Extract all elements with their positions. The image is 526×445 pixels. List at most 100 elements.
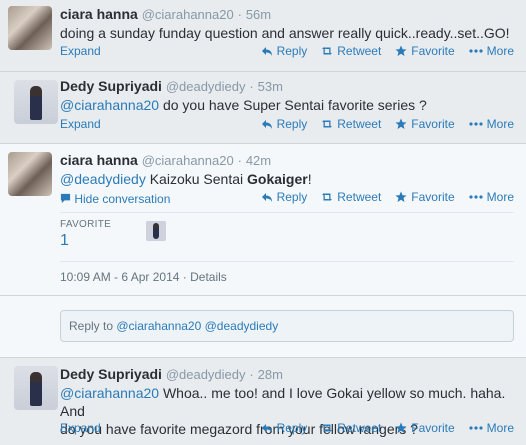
hide-conversation-label: Hide conversation [74, 192, 171, 206]
expand-link[interactable]: Expand [60, 44, 101, 58]
retweet-button[interactable]: Retweet [321, 44, 381, 58]
reply-icon [261, 424, 272, 433]
avatar[interactable] [8, 6, 52, 50]
retweet-icon [322, 120, 333, 128]
tweet-text-part: Kaizoku Sentai [145, 171, 247, 187]
reply-button[interactable]: Reply [261, 190, 308, 204]
separator: · [249, 79, 254, 94]
retweet-label: Retweet [337, 190, 382, 204]
avatar[interactable] [14, 366, 58, 410]
separator: · [182, 270, 187, 284]
tweet-actions: Reply Retweet Favorite More [261, 190, 514, 204]
retweet-button[interactable]: Retweet [321, 190, 381, 204]
author-name[interactable]: Dedy Supriyadi [60, 366, 162, 382]
tweet-time[interactable]: 42m [246, 153, 271, 168]
mention-link[interactable]: @deadydiedy [60, 171, 146, 187]
reply-button[interactable]: Reply [261, 117, 308, 131]
tweet-3-expanded[interactable]: ciara hanna @ciarahanna20 · 42m @deadydi… [0, 144, 526, 296]
more-dots-icon [469, 426, 483, 430]
star-icon [395, 118, 407, 129]
reply-label: Reply [276, 421, 308, 435]
reply-label: Reply [276, 190, 308, 204]
separator: · [249, 367, 254, 382]
star-icon [395, 191, 407, 202]
reply-icon [261, 193, 272, 202]
star-icon [395, 422, 407, 433]
more-button[interactable]: More [469, 44, 514, 58]
tweet-header: Dedy Supriyadi @deadydiedy · 53m [60, 78, 283, 94]
separator: · [237, 7, 242, 22]
favorite-button[interactable]: Favorite [395, 190, 455, 204]
avatar[interactable] [8, 152, 52, 196]
author-handle[interactable]: @ciarahanna20 [142, 7, 234, 22]
more-dots-icon [469, 122, 483, 126]
author-name[interactable]: Dedy Supriyadi [60, 78, 162, 94]
favorite-button[interactable]: Favorite [395, 421, 455, 435]
separator: · [237, 153, 242, 168]
favorite-count[interactable]: 1 [60, 232, 69, 250]
more-dots-icon [469, 49, 483, 53]
tweet-actions: Reply Retweet Favorite More [261, 44, 514, 58]
more-button[interactable]: More [469, 190, 514, 204]
tweet-header: ciara hanna @ciarahanna20 · 42m [60, 152, 271, 168]
more-label: More [486, 44, 514, 58]
tweet-actions: Reply Retweet Favorite More [261, 117, 514, 131]
reply-prefix: Reply to [69, 319, 117, 333]
timestamp-text: 10:09 AM - 6 Apr 2014 [60, 270, 180, 284]
tweet-text: @deadydiedy Kaizoku Sentai Gokaiger! [60, 170, 312, 188]
retweet-label: Retweet [337, 44, 382, 58]
reply-input[interactable]: Reply to @ciarahanna20 @deadydiedy [60, 310, 514, 342]
retweet-button[interactable]: Retweet [321, 421, 381, 435]
retweet-button[interactable]: Retweet [321, 117, 381, 131]
reply-icon [261, 47, 272, 56]
tweet-2[interactable]: Dedy Supriyadi @deadydiedy · 53m @ciarah… [0, 72, 526, 144]
more-label: More [486, 190, 514, 204]
more-dots-icon [469, 195, 483, 199]
author-handle[interactable]: @ciarahanna20 [142, 153, 234, 168]
more-label: More [486, 117, 514, 131]
favorite-label: Favorite [411, 117, 455, 131]
reply-mention-1: @ciarahanna20 [116, 319, 202, 333]
favorite-label: Favorite [411, 190, 455, 204]
tweet-4[interactable]: Dedy Supriyadi @deadydiedy · 28m @ciarah… [0, 358, 526, 445]
reply-label: Reply [276, 44, 308, 58]
more-label: More [486, 421, 514, 435]
tweet-text: @ciarahanna20 do you have Super Sentai f… [60, 96, 427, 114]
more-button[interactable]: More [469, 117, 514, 131]
author-name[interactable]: ciara hanna [60, 6, 138, 22]
tweet-time[interactable]: 53m [258, 79, 283, 94]
author-handle[interactable]: @deadydiedy [166, 79, 246, 94]
favorite-label: Favorite [411, 44, 455, 58]
reply-button[interactable]: Reply [261, 421, 308, 435]
reply-icon [261, 120, 272, 129]
retweet-icon [322, 193, 333, 201]
reply-label: Reply [276, 117, 308, 131]
more-button[interactable]: More [469, 421, 514, 435]
author-name[interactable]: ciara hanna [60, 152, 138, 168]
star-icon [395, 45, 407, 56]
tweet-1[interactable]: ciara hanna @ciarahanna20 · 56m doing a … [0, 0, 526, 72]
favorite-button[interactable]: Favorite [395, 117, 455, 131]
favoriter-avatar[interactable] [146, 221, 166, 241]
mention-link[interactable]: @ciarahanna20 [60, 97, 159, 113]
expand-link[interactable]: Expand [60, 421, 101, 435]
tweet-text-line-1: @ciarahanna20 Whoa.. me too! and I love … [60, 384, 516, 420]
tweet-time[interactable]: 56m [246, 7, 271, 22]
retweet-icon [322, 424, 333, 432]
tweet-header: Dedy Supriyadi @deadydiedy · 28m [60, 366, 283, 382]
favorite-button[interactable]: Favorite [395, 44, 455, 58]
favorite-stat-label: FAVORITE [60, 219, 112, 230]
mention-link[interactable]: @ciarahanna20 [60, 385, 159, 401]
hide-conversation-link[interactable]: Hide conversation [60, 192, 170, 206]
expand-link[interactable]: Expand [60, 117, 101, 131]
reply-mention-2: @deadydiedy [204, 319, 279, 333]
tweet-time[interactable]: 28m [258, 367, 283, 382]
reply-area: Reply to @ciarahanna20 @deadydiedy [0, 296, 526, 358]
avatar[interactable] [14, 80, 58, 124]
tweet-header: ciara hanna @ciarahanna20 · 56m [60, 6, 271, 22]
details-link[interactable]: Details [190, 270, 227, 284]
favorite-label: Favorite [411, 421, 455, 435]
tweet-text-body: do you have Super Sentai favorite series… [159, 97, 427, 113]
reply-button[interactable]: Reply [261, 44, 308, 58]
author-handle[interactable]: @deadydiedy [166, 367, 246, 382]
